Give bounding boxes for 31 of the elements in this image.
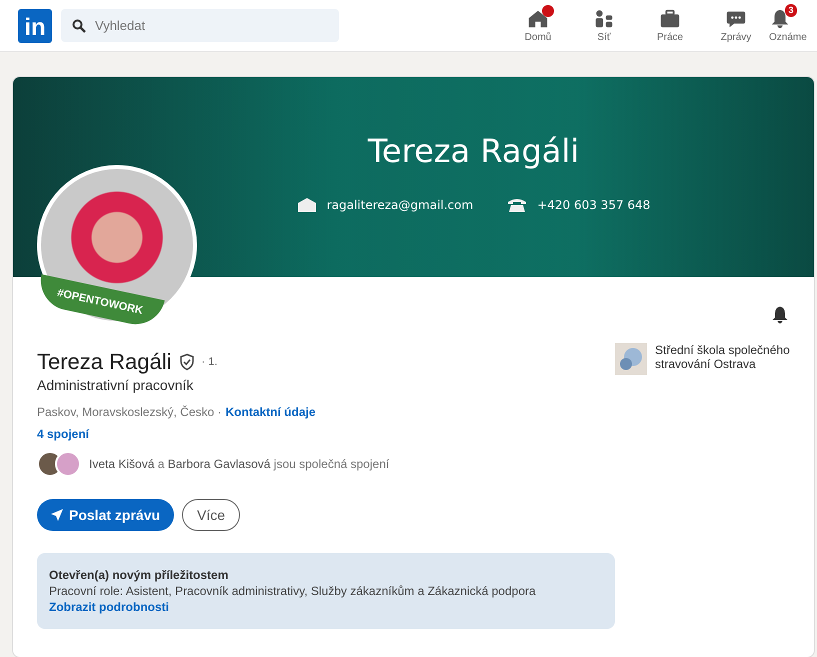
connections-link[interactable]: 4 spojení [37, 427, 615, 441]
more-button[interactable]: Více [182, 499, 240, 531]
banner-title: Tereza Ragáli [368, 132, 580, 170]
contact-info-link[interactable]: Kontaktní údaje [226, 405, 316, 419]
nav-item[interactable]: Práce [637, 8, 703, 43]
nav-item[interactable]: Zprávy [703, 8, 769, 43]
people-icon [593, 8, 615, 30]
profile-name: Tereza Ragáli [37, 349, 172, 375]
connection-degree: · 1. [202, 356, 218, 368]
open-to-work-title: Otevřen(a) novým příležitostem [49, 567, 230, 583]
paper-plane-icon [51, 509, 63, 521]
mutual-connections-text[interactable]: Iveta Kišová a Barbora Gavlasová jsou společná spojení [89, 457, 390, 471]
banner-email: ragalitereza@gmail.com [326, 198, 474, 212]
send-message-button[interactable]: Poslat zprávu [37, 499, 174, 531]
banner-phone: +420 603 357 648 [537, 198, 650, 212]
briefcase-icon [659, 8, 681, 30]
bell-icon[interactable] [770, 305, 790, 325]
show-details-link[interactable]: Zobrazit podrobnosti [49, 600, 169, 614]
profile-headline: Administrativní pracovník [37, 377, 194, 393]
telephone-icon [507, 198, 528, 212]
job-roles-text: Pracovní role: Asistent, Pracovník administrativy, Služby zákazníkům a Zákaznická podpora [49, 583, 537, 599]
nav-item[interactable]: Domů [505, 8, 571, 43]
logo[interactable]: in [18, 8, 52, 42]
school-name[interactable]: Střední škola společného stravování Ostrava [655, 343, 790, 629]
count-badge: 3 [785, 4, 797, 17]
nav-item[interactable]: Síť [571, 8, 637, 43]
house-icon [527, 8, 549, 30]
search-field[interactable]: Vyhledat [61, 9, 339, 42]
search-icon [72, 19, 86, 33]
verified-shield-icon [178, 353, 196, 371]
location-text: Paskov, Moravskoslezský, Česko · [37, 405, 222, 419]
